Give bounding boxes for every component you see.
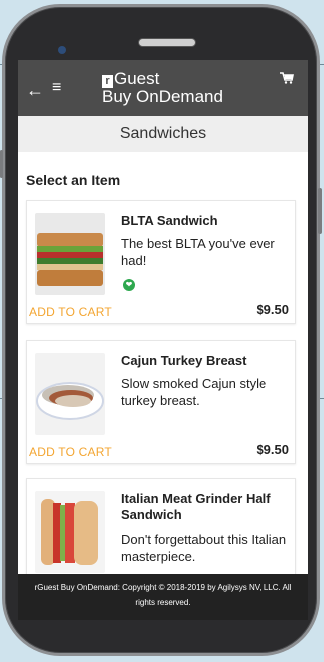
page-title: Sandwiches <box>18 116 308 152</box>
logo-line2: Buy OnDemand <box>102 87 223 106</box>
phone-camera <box>58 46 66 54</box>
phone-speaker <box>138 38 196 47</box>
item-description: Slow smoked Cajun style turkey breast. <box>121 376 267 408</box>
arrow-left-icon[interactable]: ← <box>26 80 44 101</box>
app-screen: ← ≡ r Guest Buy OnDemand Sandwiches Selec… <box>18 60 308 620</box>
item-image-cajun-turkey[interactable] <box>35 353 105 435</box>
add-to-cart-button[interactable]: ADD TO CART <box>29 445 112 459</box>
app-logo: r Guest Buy OnDemand <box>102 70 223 106</box>
item-name[interactable]: Italian Meat Grinder Half Sandwich <box>121 491 291 523</box>
shopping-cart-icon[interactable] <box>280 72 294 87</box>
phone-side-button <box>318 188 322 234</box>
menu-item-card[interactable]: BLTA Sandwich The best BLTA you've ever … <box>26 200 296 324</box>
item-description: The best BLTA you've ever had! <box>121 236 275 268</box>
menu-item-card[interactable]: Cajun Turkey Breast Slow smoked Cajun st… <box>26 340 296 464</box>
item-description: Don't forgettabout this Italian masterpi… <box>121 532 287 564</box>
footer-copyright: rGuest Buy OnDemand: Copyright © 2018-20… <box>18 574 308 620</box>
vegetarian-leaf-icon: ❤ <box>123 279 135 291</box>
logo-line1: Guest <box>114 69 160 88</box>
top-app-bar: ← ≡ r Guest Buy OnDemand <box>18 60 308 116</box>
add-to-cart-button[interactable]: ADD TO CART <box>29 305 112 319</box>
section-title: Select an Item <box>26 172 121 188</box>
item-name[interactable]: BLTA Sandwich <box>121 213 291 229</box>
item-price: $9.50 <box>256 442 289 457</box>
phone-volume-button <box>0 150 3 178</box>
item-price: $9.50 <box>256 302 289 317</box>
item-image-italian-grinder[interactable] <box>35 491 105 573</box>
item-image-blta[interactable] <box>35 213 105 295</box>
hamburger-menu-icon[interactable]: ≡ <box>52 79 61 97</box>
item-name[interactable]: Cajun Turkey Breast <box>121 353 291 369</box>
